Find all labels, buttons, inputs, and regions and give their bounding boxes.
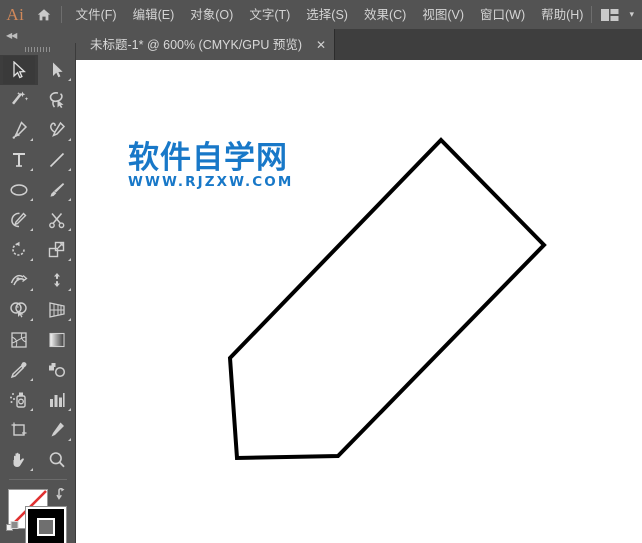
menu-edit[interactable]: 编辑(E) [125, 4, 183, 26]
menu-file[interactable]: 文件(F) [68, 4, 125, 26]
scale-tool[interactable] [38, 235, 76, 265]
tool-flyout-indicator [68, 198, 71, 201]
tool-flyout-indicator [30, 228, 33, 231]
lasso-tool[interactable] [38, 85, 76, 115]
tool-flyout-indicator [30, 468, 33, 471]
scissors-tool[interactable] [38, 205, 76, 235]
collapse-panel-icon[interactable]: ◀◀ [6, 31, 16, 40]
workspace-icon[interactable] [601, 8, 621, 22]
tool-flyout-indicator [68, 228, 71, 231]
selection-tool[interactable] [0, 55, 38, 85]
perspective-grid-tool[interactable] [38, 295, 76, 325]
tool-panel-header: ◀◀ [0, 29, 76, 43]
symbol-sprayer-tool[interactable] [0, 385, 38, 415]
tool-flyout-indicator [68, 318, 71, 321]
tool-flyout-indicator [30, 258, 33, 261]
swap-fill-stroke-icon[interactable] [56, 486, 70, 500]
column-graph-tool[interactable] [38, 385, 76, 415]
workspace-divider [591, 6, 592, 23]
hexagon-path[interactable] [230, 140, 544, 458]
mesh-tool[interactable] [0, 325, 38, 355]
menu-bar: Ai 文件(F) 编辑(E) 对象(O) 文字(T) 选择(S) 效果(C) 视… [0, 0, 642, 29]
paintbrush-tool[interactable] [38, 175, 76, 205]
tool-flyout-indicator [30, 168, 33, 171]
artwork-layer [76, 60, 642, 543]
free-transform-tool[interactable] [38, 265, 76, 295]
tool-flyout-indicator [30, 378, 33, 381]
chevron-down-icon[interactable]: ▾ [629, 9, 634, 20]
menu-type[interactable]: 文字(T) [241, 4, 298, 26]
menu-item-list: 文件(F) 编辑(E) 对象(O) 文字(T) 选择(S) 效果(C) 视图(V… [68, 4, 592, 26]
tool-flyout-indicator [30, 408, 33, 411]
menu-select[interactable]: 选择(S) [298, 4, 356, 26]
stroke-swatch[interactable] [26, 507, 66, 543]
line-segment-tool[interactable] [38, 145, 76, 175]
direct-selection-tool[interactable] [38, 55, 76, 85]
document-tab-label: 未标题-1* @ 600% (CMYK/GPU 预览) [90, 38, 302, 52]
tool-flyout-indicator [68, 258, 71, 261]
eyedropper-tool[interactable] [0, 355, 38, 385]
canvas-area[interactable]: 软件自学网 WWW.RJZXW.COM [76, 60, 642, 543]
default-fill-stroke-icon[interactable] [6, 521, 19, 534]
tool-panel-divider [9, 479, 67, 480]
tool-flyout-indicator [68, 408, 71, 411]
width-tool[interactable] [0, 265, 38, 295]
color-controls [0, 485, 76, 543]
shaper-tool[interactable] [0, 205, 38, 235]
tool-flyout-indicator [30, 138, 33, 141]
menu-object[interactable]: 对象(O) [182, 4, 241, 26]
tool-flyout-indicator [68, 138, 71, 141]
shape-builder-tool[interactable] [0, 295, 38, 325]
close-icon[interactable]: ✕ [316, 39, 326, 51]
illustrator-window: Ai 文件(F) 编辑(E) 对象(O) 文字(T) 选择(S) 效果(C) 视… [0, 0, 642, 543]
tool-flyout-indicator [68, 288, 71, 291]
ellipse-tool[interactable] [0, 175, 38, 205]
tool-flyout-indicator [68, 168, 71, 171]
rotate-tool[interactable] [0, 235, 38, 265]
tool-panel: ◀◀ [0, 29, 76, 543]
tab-bar: 未标题-1* @ 600% (CMYK/GPU 预览) ✕ [0, 29, 642, 60]
menu-help[interactable]: 帮助(H) [533, 4, 591, 26]
menu-view[interactable]: 视图(V) [414, 4, 472, 26]
tool-panel-grip[interactable] [0, 43, 76, 55]
pen-tool[interactable] [0, 115, 38, 145]
slice-tool[interactable] [38, 415, 76, 445]
curvature-tool[interactable] [38, 115, 76, 145]
ai-logo: Ai [0, 0, 31, 29]
menu-divider [61, 6, 62, 23]
magic-wand-tool[interactable] [0, 85, 38, 115]
type-tool[interactable] [0, 145, 38, 175]
hand-tool[interactable] [0, 445, 38, 475]
stroke-swatch-inner [37, 518, 55, 536]
tool-flyout-indicator [68, 438, 71, 441]
grip-dots-icon [25, 47, 51, 52]
menu-window[interactable]: 窗口(W) [472, 4, 533, 26]
blend-tool[interactable] [38, 355, 76, 385]
tool-flyout-indicator [30, 318, 33, 321]
home-icon[interactable] [31, 0, 58, 29]
tool-grid [0, 55, 76, 475]
menu-effect[interactable]: 效果(C) [356, 4, 414, 26]
artboard-tool[interactable] [0, 415, 38, 445]
document-tab[interactable]: 未标题-1* @ 600% (CMYK/GPU 预览) ✕ [76, 29, 335, 60]
tool-flyout-indicator [30, 198, 33, 201]
gradient-tool[interactable] [38, 325, 76, 355]
tool-flyout-indicator [68, 78, 71, 81]
menubar-right-controls: ▾ [591, 0, 642, 29]
tool-flyout-indicator [30, 288, 33, 291]
zoom-tool[interactable] [38, 445, 76, 475]
